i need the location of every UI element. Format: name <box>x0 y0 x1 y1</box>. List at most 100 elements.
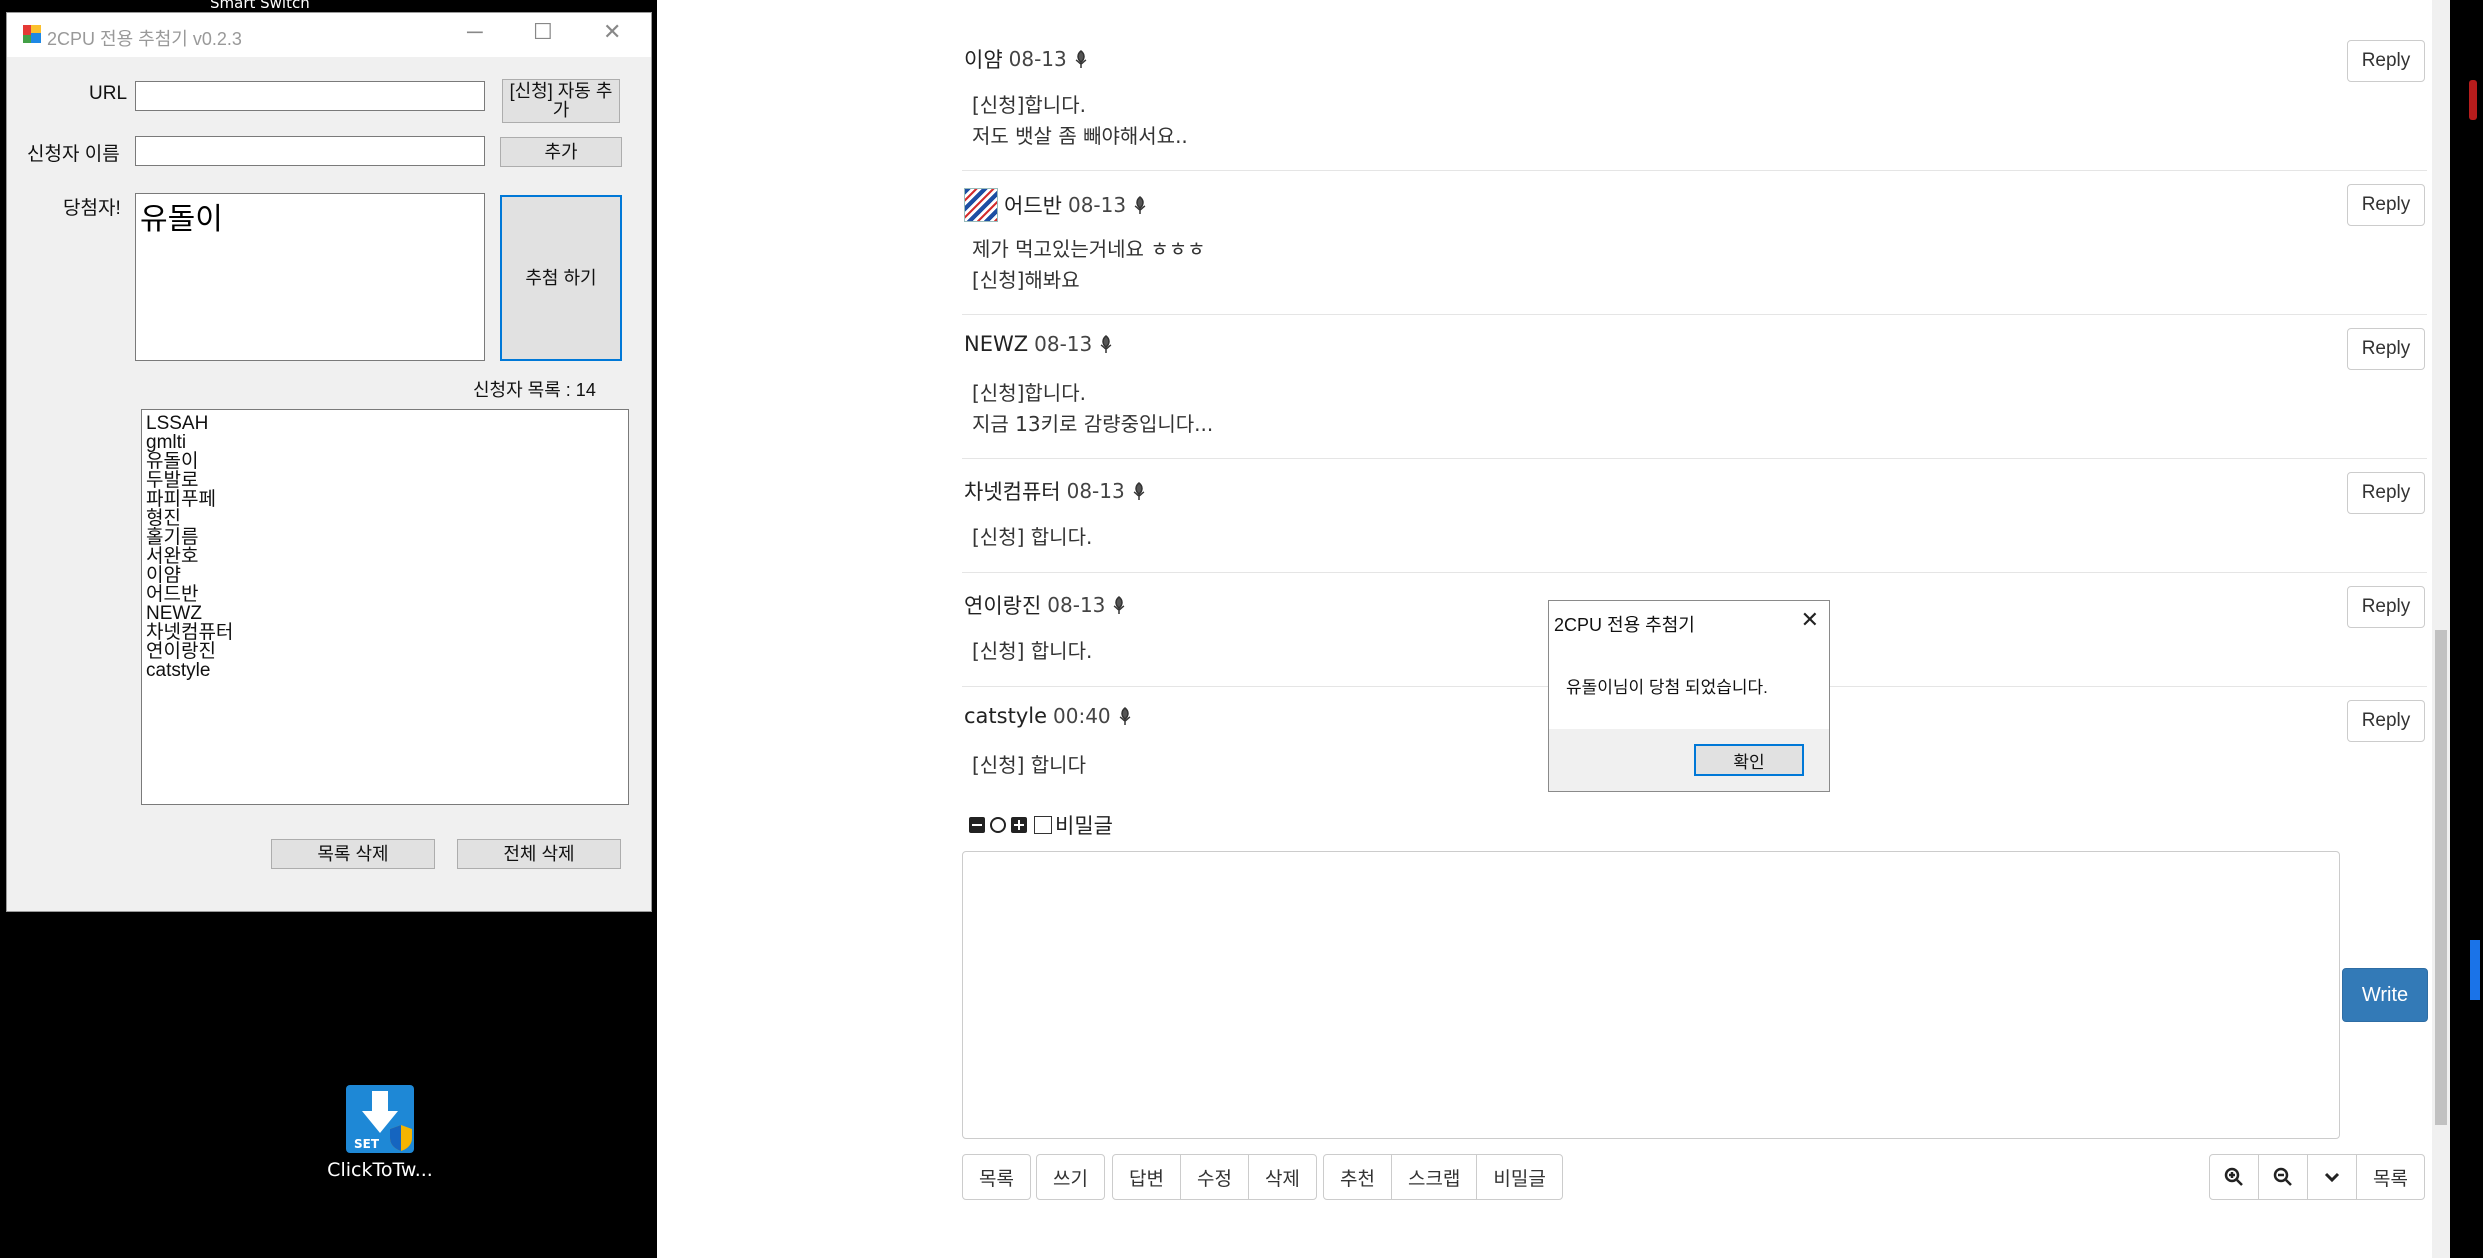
comment-line: [신청]해봐요 <box>972 268 1080 292</box>
edit-button[interactable]: 수정 <box>1179 1154 1249 1200</box>
comment-line: [신청] 합니다 <box>972 753 1086 777</box>
maximize-icon[interactable]: ☐ <box>533 19 553 45</box>
zoom-in-icon <box>2224 1167 2243 1186</box>
reply-button[interactable]: Reply <box>2347 328 2425 370</box>
secret-checkbox[interactable] <box>1034 816 1052 834</box>
list-item[interactable]: catstyle <box>146 661 624 680</box>
scrollbar-thumb[interactable] <box>2435 630 2447 1125</box>
list-item[interactable]: 서완호 <box>146 547 624 566</box>
comment-line: 제가 먹고있는거네요 ㅎㅎㅎ <box>972 237 1206 261</box>
list-item[interactable]: 차넷컴퓨터 <box>146 623 624 642</box>
add-button[interactable]: 추가 <box>500 137 622 167</box>
comment-author[interactable]: 차넷컴퓨터 <box>964 476 1061 506</box>
applicant-name-label: 신청자 이름 <box>27 144 120 165</box>
comment-date: 08-13 <box>1008 47 1067 71</box>
list-item[interactable]: 연이랑진 <box>146 642 624 661</box>
list-button-group: 목록 <box>962 1154 1031 1200</box>
list-item[interactable]: 두발로 <box>146 471 624 490</box>
applicant-name-input[interactable] <box>135 136 485 166</box>
close-icon[interactable]: ✕ <box>603 19 621 45</box>
list-item[interactable]: NEWZ <box>146 604 624 623</box>
ok-button[interactable]: 확인 <box>1694 744 1804 776</box>
reply-button[interactable]: Reply <box>2347 700 2425 742</box>
list-item[interactable]: 홀기름 <box>146 528 624 547</box>
list-item[interactable]: 형진 <box>146 509 624 528</box>
msgbox-message: 유돌이님이 당첨 되었습니다. <box>1566 678 1768 697</box>
zoom-out-icon <box>2273 1167 2292 1186</box>
comment-item: 차넷컴퓨터 08-13 [신청] 합니다. Reply <box>962 458 2427 573</box>
auto-add-button[interactable]: [신청] 자동 추가 <box>502 79 620 123</box>
leaf-icon <box>1100 335 1112 353</box>
right-button-group: 목록 <box>2209 1154 2425 1200</box>
expand-editor-icon[interactable] <box>1010 816 1028 834</box>
app-titlebar[interactable]: 2CPU 전용 추첨기 v0.2.3 ─ ☐ ✕ <box>7 13 651 57</box>
shrink-editor-icon[interactable] <box>968 816 986 834</box>
secret-button[interactable]: 비밀글 <box>1476 1154 1563 1200</box>
comment-textarea[interactable] <box>962 851 2340 1139</box>
list-item[interactable]: 이얌 <box>146 566 624 585</box>
comment-date: 08-13 <box>1067 193 1127 217</box>
comment-date: 00:40 <box>1053 704 1111 728</box>
desktop-shortcut-clicktotweak[interactable]: SET ClickToTw... <box>325 1085 435 1181</box>
list-item[interactable]: 어드반 <box>146 585 624 604</box>
zoom-out-button[interactable] <box>2258 1154 2308 1200</box>
comment-date: 08-13 <box>1047 593 1106 617</box>
write-button-group: 쓰기 <box>1036 1154 1105 1200</box>
draw-button[interactable]: 추첨 하기 <box>500 195 622 361</box>
secondary-window-edge <box>2450 0 2483 1258</box>
delete-button[interactable]: 삭제 <box>1247 1154 1317 1200</box>
scroll-down-button[interactable] <box>2307 1154 2357 1200</box>
comment-line: 저도 뱃살 좀 빼야해서요.. <box>972 124 1188 148</box>
result-message-box: 2CPU 전용 추첨기 ✕ 유돌이님이 당첨 되었습니다. 확인 <box>1548 600 1830 792</box>
comment-author[interactable]: catstyle <box>964 704 1047 728</box>
editor-toolbar: 비밀글 <box>968 810 1113 840</box>
comment-author[interactable]: NEWZ <box>964 332 1028 356</box>
delete-item-button[interactable]: 목록 삭제 <box>271 839 435 869</box>
applicant-count-label: 신청자 목록 : 14 <box>473 380 596 400</box>
list-item[interactable]: 유돌이 <box>146 452 624 471</box>
reply-button[interactable]: Reply <box>2347 40 2425 82</box>
leaf-icon <box>1119 707 1131 725</box>
edit-button-group: 답변 수정 삭제 <box>1112 1154 1317 1200</box>
comment-item: NEWZ 08-13 [신청]합니다. 지금 13키로 감량중입니다... Re… <box>962 314 2427 459</box>
comment-line: [신청]합니다. <box>972 381 1086 405</box>
list-button[interactable]: 목록 <box>962 1154 1031 1200</box>
comment-line: [신청] 합니다. <box>972 639 1093 663</box>
leaf-icon <box>1133 482 1145 500</box>
reply-button[interactable]: Reply <box>2347 184 2425 226</box>
scrap-button[interactable]: 스크랩 <box>1390 1154 1478 1200</box>
avatar <box>964 188 998 222</box>
app-title: 2CPU 전용 추첨기 v0.2.3 <box>47 29 242 49</box>
clicktotweak-icon: SET <box>346 1085 414 1153</box>
reply-button[interactable]: Reply <box>2347 586 2425 628</box>
close-icon[interactable]: ✕ <box>1801 607 1819 633</box>
write-post-button[interactable]: 쓰기 <box>1036 1154 1105 1200</box>
write-button[interactable]: Write <box>2342 968 2428 1022</box>
winner-textbox[interactable]: 유돌이 <box>135 193 485 361</box>
comment-author[interactable]: 이얌 <box>964 44 1003 74</box>
comment-line: [신청] 합니다. <box>972 525 1093 549</box>
comment-author[interactable]: 연이랑진 <box>964 590 1041 620</box>
minimize-icon[interactable]: ─ <box>467 19 483 45</box>
secret-label: 비밀글 <box>1055 814 1113 838</box>
page-scrollbar[interactable] <box>2432 0 2450 1258</box>
delete-all-button[interactable]: 전체 삭제 <box>457 839 621 869</box>
comment-author[interactable]: 어드반 <box>1004 190 1062 220</box>
url-input[interactable] <box>135 81 485 111</box>
applicant-listbox[interactable]: LSSAH gmlti 유돌이 두발로 파피푸페 형진 홀기름 서완호 이얌 어… <box>141 409 629 805</box>
list-item[interactable]: 파피푸페 <box>146 490 624 509</box>
reset-editor-icon[interactable] <box>989 816 1007 834</box>
zoom-in-button[interactable] <box>2209 1154 2259 1200</box>
answer-button[interactable]: 답변 <box>1112 1154 1181 1200</box>
app-icon <box>23 25 41 43</box>
list-item[interactable]: LSSAH <box>146 414 624 433</box>
comment-date: 08-13 <box>1034 332 1093 356</box>
recommend-button[interactable]: 추천 <box>1323 1154 1392 1200</box>
right-list-button[interactable]: 목록 <box>2356 1154 2425 1200</box>
comment-item: 어드반 08-13 제가 먹고있는거네요 ㅎㅎㅎ [신청]해봐요 Reply <box>962 170 2427 315</box>
raffle-app-window: 2CPU 전용 추첨기 v0.2.3 ─ ☐ ✕ URL [신청] 자동 추가 … <box>6 12 652 912</box>
desktop-top-label: Smart Switch <box>210 0 310 12</box>
desktop-shortcut-label: ClickToTw... <box>327 1159 433 1181</box>
list-item[interactable]: gmlti <box>146 433 624 452</box>
reply-button[interactable]: Reply <box>2347 472 2425 514</box>
